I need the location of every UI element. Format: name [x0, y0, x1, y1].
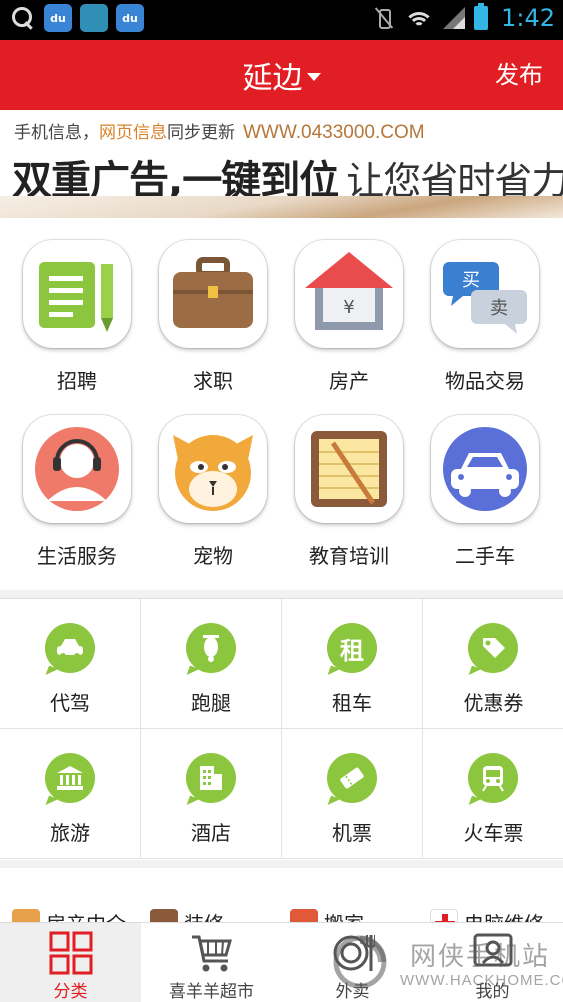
watermark-logo-icon — [333, 935, 387, 989]
buy-sell-icon: 买 卖 — [431, 240, 539, 348]
category-label: 二手车 — [455, 544, 515, 568]
service-label: 跑腿 — [191, 691, 231, 715]
car-icon — [45, 623, 95, 673]
banner-decoration — [0, 196, 563, 218]
service-label: 机票 — [332, 821, 372, 845]
service-travel[interactable]: 旅游 — [0, 729, 141, 859]
battery-icon — [474, 3, 489, 30]
car-icon — [431, 415, 539, 523]
service-label: 火车票 — [463, 821, 524, 845]
city-selector[interactable]: 延边 — [0, 40, 563, 110]
watermark-text: 网侠手机站 — [410, 942, 551, 972]
house-icon: ¥ — [295, 240, 403, 348]
service-label: 租车 — [332, 691, 372, 715]
category-recruit[interactable]: 招聘 — [0, 218, 136, 393]
category-label: 房产 — [329, 369, 369, 393]
service-label: 旅游 — [50, 821, 90, 845]
category-label: 教育培训 — [309, 544, 389, 568]
category-trade[interactable]: 买 卖 物品交易 — [408, 218, 544, 393]
app-icon — [80, 4, 108, 32]
service-label: 酒店 — [191, 821, 231, 845]
search-icon — [8, 4, 36, 32]
rent-glyph: 租 — [340, 636, 364, 665]
service-label: 优惠券 — [463, 691, 524, 715]
system-indicators: 1:42 — [373, 3, 555, 32]
baidu-icon: du — [116, 4, 144, 32]
service-label: 代驾 — [50, 691, 90, 715]
scooter-icon — [186, 623, 236, 673]
service-train-ticket[interactable]: 火车票 — [423, 729, 563, 859]
category-education[interactable]: 教育培训 — [272, 393, 408, 568]
publish-button[interactable]: 发布 — [495, 40, 543, 110]
svg-text:¥: ¥ — [343, 297, 354, 318]
banner-text-a: 手机信息， — [14, 123, 99, 143]
service-chauffeur[interactable]: 代驾 — [0, 599, 141, 729]
category-label: 宠物 — [193, 544, 233, 568]
category-life-service[interactable]: 生活服务 — [0, 393, 136, 568]
baidu-icon: du — [44, 4, 72, 32]
watermark-url: WWW.HACKHOME.COM — [400, 972, 563, 989]
category-job-seek[interactable]: 求职 — [136, 218, 272, 393]
svg-text:卖: 卖 — [490, 298, 508, 319]
signal-icon — [443, 7, 466, 29]
banner-tagline: 手机信息，网页信息同步更新 WWW.0433000.COM — [14, 118, 425, 144]
service-car-rental[interactable]: 租 租车 — [282, 599, 423, 729]
category-pets[interactable]: 宠物 — [136, 393, 272, 568]
banner-text-c: 同步更新 — [167, 123, 235, 143]
category-grid: 招聘 求职 ¥ 房产 买 卖 物品交易 生活服务 宠物 教育培训 二手车 — [0, 218, 563, 590]
category-real-estate[interactable]: ¥ 房产 — [272, 218, 408, 393]
ad-banner[interactable]: 手机信息，网页信息同步更新 WWW.0433000.COM 双重广告,一键到位 让您… — [0, 110, 563, 218]
headset-person-icon — [23, 415, 131, 523]
banner-url: WWW.0433000.COM — [243, 122, 425, 143]
service-errand[interactable]: 跑腿 — [141, 599, 282, 729]
service-hotel[interactable]: 酒店 — [141, 729, 282, 859]
category-label: 求职 — [193, 369, 233, 393]
banner-text-b: 网页信息 — [99, 123, 167, 143]
status-bar: du du 1:42 — [0, 0, 563, 40]
cart-icon — [190, 931, 234, 975]
tab-categories[interactable]: 分类 — [0, 923, 141, 1002]
service-air-ticket[interactable]: 机票 — [282, 729, 423, 859]
svg-text:买: 买 — [462, 270, 480, 291]
category-label: 生活服务 — [37, 544, 117, 568]
service-coupon[interactable]: 优惠券 — [423, 599, 563, 729]
notification-icons: du du — [8, 4, 144, 32]
tag-icon — [468, 623, 518, 673]
service-grid: 代驾 跑腿 租 租车 优惠券 旅游 酒店 机票 火车票 — [0, 598, 563, 860]
wifi-icon — [404, 6, 435, 30]
category-used-car[interactable]: 二手车 — [408, 393, 544, 568]
hotel-icon — [186, 753, 236, 803]
watermark: 网侠手机站 WWW.HACKHOME.COM — [330, 930, 563, 994]
business-strip: 房产中介 装修 搬家 电脑维修 — [0, 868, 563, 937]
category-label: 招聘 — [57, 369, 97, 393]
tab-supermarket[interactable]: 喜羊羊超市 — [141, 923, 282, 1002]
mute-icon — [373, 7, 395, 29]
briefcase-icon — [159, 240, 267, 348]
train-icon — [468, 753, 518, 803]
document-pencil-icon — [23, 240, 131, 348]
temple-icon — [45, 753, 95, 803]
notebook-pen-icon — [295, 415, 403, 523]
tab-label: 喜羊羊超市 — [169, 982, 254, 1002]
app-header: 延边 发布 — [0, 40, 563, 110]
city-label: 延边 — [242, 61, 303, 96]
tab-label: 分类 — [53, 982, 88, 1002]
clock: 1:42 — [501, 4, 555, 32]
category-label: 物品交易 — [445, 369, 525, 393]
ticket-icon — [327, 753, 377, 803]
grid-icon — [49, 931, 93, 975]
caret-down-icon — [306, 73, 321, 81]
cat-icon — [159, 415, 267, 523]
rent-icon: 租 — [327, 623, 377, 673]
